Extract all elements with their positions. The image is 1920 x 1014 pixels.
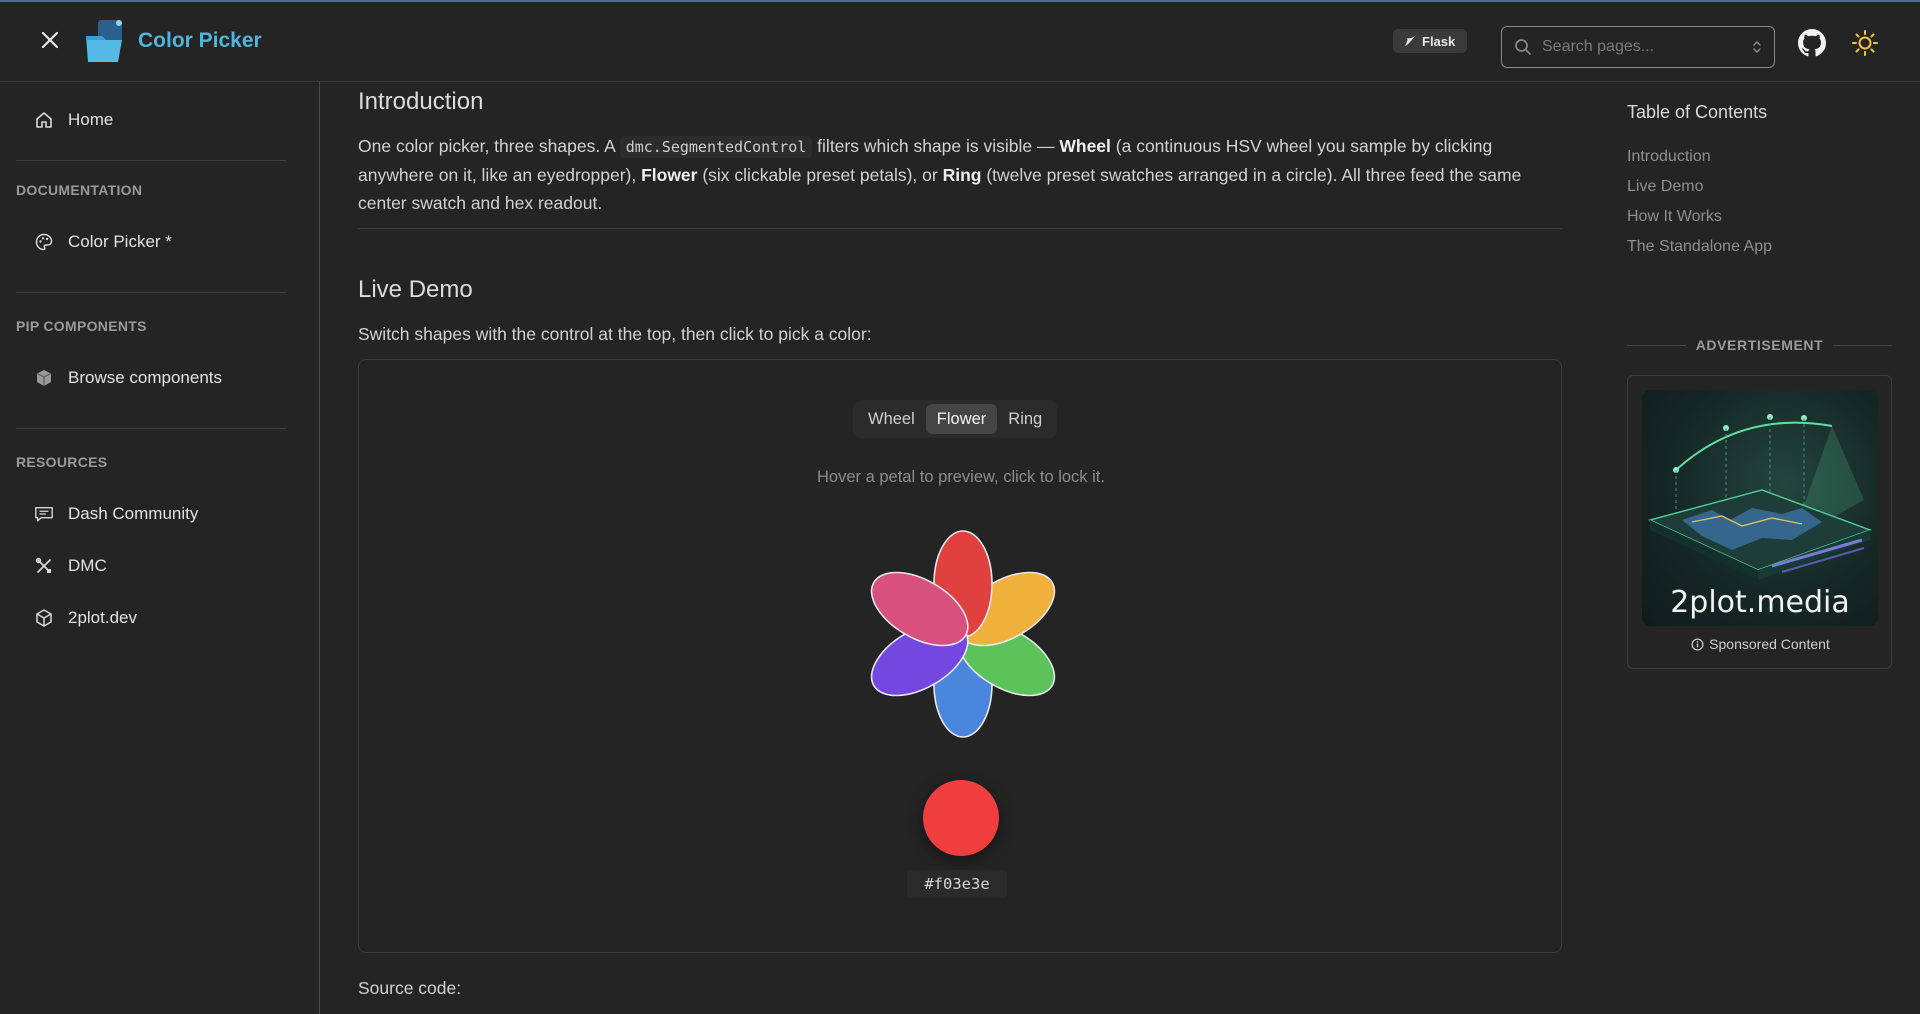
ad-footer: Sponsored Content <box>1628 636 1893 652</box>
flask-badge-label: Flask <box>1422 33 1456 49</box>
sidebar-item-dash-community[interactable]: Dash Community <box>16 494 286 534</box>
source-code-label: Source code: <box>358 978 462 998</box>
theme-toggle-button[interactable] <box>1850 28 1880 58</box>
sidebar-item-label: Browse components <box>68 368 223 387</box>
sidebar: Home DOCUMENTATION Color Picker * PIP CO… <box>0 82 320 1014</box>
hex-readout: #f03e3e <box>907 870 1007 898</box>
sidebar-item-2plot-dev[interactable]: 2plot.dev <box>16 598 286 638</box>
advertisement-label-row: ADVERTISEMENT <box>1627 335 1892 355</box>
shape-segmented-control: Wheel Flower Ring <box>853 400 1058 438</box>
github-icon <box>1798 29 1826 57</box>
sidebar-item-label: 2plot.dev <box>68 608 137 627</box>
palette-icon <box>34 232 54 252</box>
github-button[interactable] <box>1798 29 1826 57</box>
sidebar-item-label: Color Picker * <box>68 232 172 251</box>
sidebar-divider <box>16 160 286 161</box>
section-label-resources: RESOURCES <box>16 454 108 470</box>
chevron-up-down-icon <box>1753 41 1761 53</box>
sidebar-item-color-picker[interactable]: Color Picker * <box>16 222 286 262</box>
main-content: Introduction One color picker, three sha… <box>358 82 1562 1014</box>
app-title: Color Picker <box>138 29 262 52</box>
ad-image: 2plot.media <box>1642 390 1878 626</box>
sidebar-item-home[interactable]: Home <box>16 100 286 140</box>
package-icon <box>34 368 54 388</box>
chat-icon <box>34 504 54 524</box>
inline-code: dmc.SegmentedControl <box>619 136 813 158</box>
table-of-contents: Table of Contents Introduction Live Demo… <box>1627 82 1892 682</box>
close-icon <box>41 31 59 49</box>
sidebar-item-label: DMC <box>68 556 107 575</box>
section-label-documentation: DOCUMENTATION <box>16 182 143 198</box>
ad-divider <box>1833 344 1892 346</box>
ad-divider <box>1627 344 1686 346</box>
toc-link-how-it-works[interactable]: How It Works <box>1627 208 1722 226</box>
selected-color-swatch <box>923 780 999 856</box>
toc-link-standalone-app[interactable]: The Standalone App <box>1627 238 1772 256</box>
flask-badge: Flask <box>1393 29 1468 53</box>
flower-picker <box>870 530 1056 738</box>
search-icon <box>1515 39 1531 55</box>
sidebar-item-browse-components[interactable]: Browse components <box>16 358 286 398</box>
home-icon <box>34 110 54 130</box>
heading-live-demo: Live Demo <box>358 276 473 303</box>
section-label-pip-components: PIP COMPONENTS <box>16 318 147 334</box>
ad-card[interactable]: 2plot.media Sponsored Content <box>1627 375 1892 669</box>
toc-link-introduction[interactable]: Introduction <box>1627 148 1711 166</box>
cube-icon <box>34 608 54 628</box>
search-input[interactable] <box>1542 38 1752 56</box>
section-divider <box>358 228 1562 229</box>
info-icon <box>1691 638 1704 650</box>
tools-icon <box>34 556 54 576</box>
app-logo-icon <box>86 20 122 62</box>
sponsored-content-label: Sponsored Content <box>1709 636 1830 652</box>
close-sidebar-button[interactable] <box>36 26 64 54</box>
toc-title: Table of Contents <box>1627 102 1768 122</box>
petal-hint: Hover a petal to preview, click to lock … <box>817 468 1105 486</box>
segment-ring[interactable]: Ring <box>997 404 1053 434</box>
toc-link-live-demo[interactable]: Live Demo <box>1627 178 1703 196</box>
heading-introduction: Introduction <box>358 88 484 115</box>
demo-container: Wheel Flower Ring Hover a petal to previ… <box>358 359 1562 953</box>
sidebar-item-label: Home <box>68 110 114 129</box>
sidebar-divider <box>16 292 286 293</box>
sun-icon <box>1852 30 1878 56</box>
flask-icon <box>1405 36 1415 46</box>
ad-brand-text: 2plot.media <box>1670 585 1850 620</box>
app-header: Color Picker Flask <box>0 2 1920 82</box>
sidebar-item-dmc[interactable]: DMC <box>16 546 286 586</box>
segment-wheel[interactable]: Wheel <box>857 404 926 434</box>
live-demo-description: Switch shapes with the control at the to… <box>358 324 872 344</box>
search-box[interactable] <box>1501 26 1775 68</box>
advertisement-label: ADVERTISEMENT <box>1695 337 1824 353</box>
sidebar-item-label: Dash Community <box>68 504 199 523</box>
segment-flower[interactable]: Flower <box>925 404 998 434</box>
intro-paragraph: One color picker, three shapes. A dmc.Se… <box>358 136 1522 213</box>
sidebar-divider <box>16 428 286 429</box>
